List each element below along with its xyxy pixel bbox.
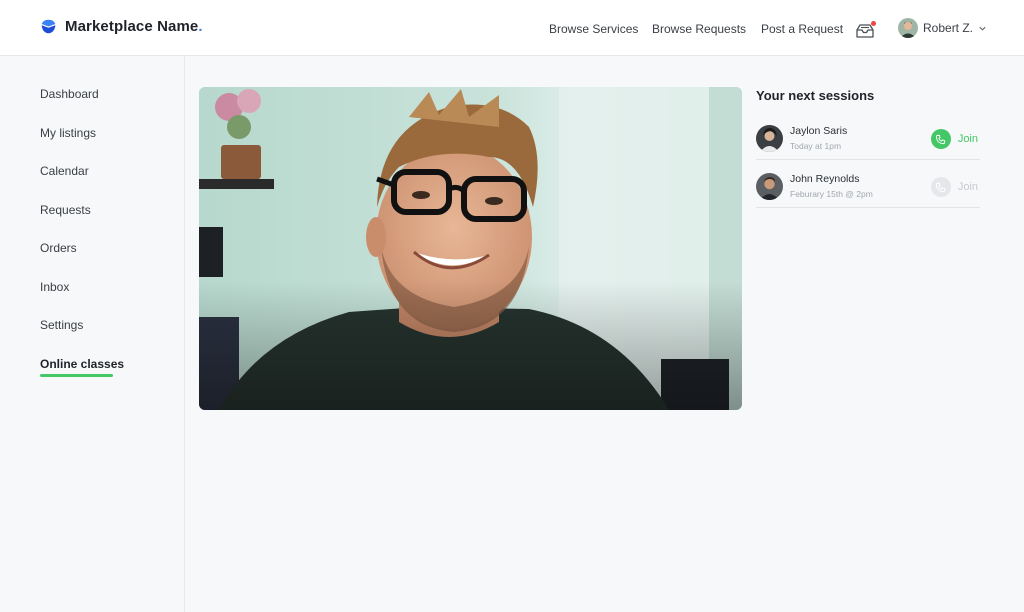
phone-icon	[930, 177, 951, 197]
sidebar-item-my-listings[interactable]: My listings	[40, 126, 96, 140]
session-row: John Reynolds Feburary 15th @ 2pm Join	[756, 160, 980, 208]
sidebar-item-settings[interactable]: Settings	[40, 318, 83, 332]
sidebar-item-orders[interactable]: Orders	[40, 241, 77, 255]
sessions-title: Your next sessions	[756, 88, 875, 103]
session-avatar	[756, 125, 783, 152]
user-name: Robert Z.	[923, 21, 974, 35]
video-call-feed[interactable]	[199, 87, 742, 410]
notification-dot	[871, 21, 876, 26]
sidebar-item-online-classes[interactable]: Online classes	[40, 357, 124, 371]
next-sessions-panel: Your next sessions Jaylon Saris Today at…	[756, 88, 980, 208]
sidebar-item-dashboard[interactable]: Dashboard	[40, 87, 99, 101]
session-avatar	[756, 173, 783, 200]
nav-browse-requests[interactable]: Browse Requests	[652, 22, 746, 36]
join-button[interactable]: Join	[930, 177, 978, 197]
session-time: Feburary 15th @ 2pm	[790, 189, 873, 199]
brand-logo-icon	[41, 19, 56, 34]
top-bar: Marketplace Name. Browse Services Browse…	[0, 0, 1024, 56]
session-name: John Reynolds	[790, 173, 860, 185]
sidebar-item-inbox[interactable]: Inbox	[40, 280, 69, 294]
nav-post-request[interactable]: Post a Request	[761, 22, 843, 36]
sidebar: Dashboard My listings Calendar Requests …	[0, 56, 185, 612]
phone-icon	[930, 129, 951, 149]
brand[interactable]: Marketplace Name.	[40, 18, 203, 35]
session-name: Jaylon Saris	[790, 125, 848, 137]
session-time: Today at 1pm	[790, 141, 842, 151]
join-label: Join	[957, 181, 978, 193]
video-frame	[199, 87, 742, 410]
user-avatar	[898, 18, 918, 38]
chevron-down-icon	[979, 26, 986, 31]
sidebar-item-calendar[interactable]: Calendar	[40, 164, 89, 178]
nav-browse-services[interactable]: Browse Services	[549, 22, 638, 36]
session-row: Jaylon Saris Today at 1pm Join	[756, 112, 980, 160]
brand-name: Marketplace Name.	[65, 18, 203, 35]
join-button[interactable]: Join	[930, 129, 978, 149]
sidebar-item-requests[interactable]: Requests	[40, 203, 91, 217]
join-label: Join	[957, 133, 978, 145]
inbox-button[interactable]	[855, 21, 877, 39]
active-indicator	[40, 374, 113, 377]
user-menu[interactable]: Robert Z.	[898, 18, 987, 38]
